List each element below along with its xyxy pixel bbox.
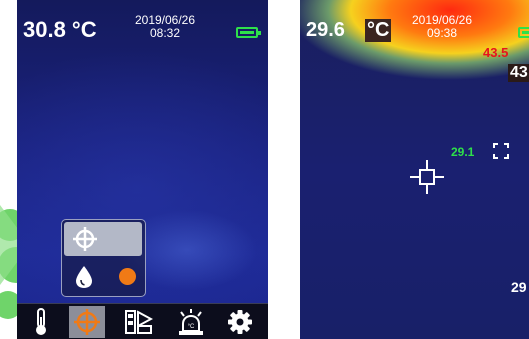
max-temp-marker-label: 43.5	[483, 45, 509, 60]
svg-text:°C: °C	[188, 324, 195, 330]
time-label: 09:38	[426, 26, 458, 40]
center-crosshair-icon	[410, 160, 444, 194]
bottom-toolbar: °C	[17, 303, 268, 339]
menu-item-crosshair[interactable]	[64, 222, 142, 256]
spot-temperature: 29.1	[451, 145, 475, 159]
gear-icon	[228, 310, 252, 334]
measure-mode-menu	[61, 219, 146, 297]
crosshair-icon	[74, 309, 100, 335]
palette-icon	[125, 310, 153, 334]
alarm-icon: °C	[179, 309, 203, 335]
thermal-screen-left: 30.8 °C 2019/06/26 08:32 °C	[17, 0, 268, 339]
min-temperature: 29	[511, 279, 527, 295]
water-drop-icon	[76, 266, 92, 288]
center-temperature: 30.8 °C	[23, 17, 97, 42]
spot-marker-icon	[493, 143, 509, 159]
thermometer-button[interactable]	[23, 306, 59, 338]
time-label: 08:32	[149, 26, 181, 40]
max-temp-chip: 43	[508, 64, 529, 82]
menu-item-emissivity[interactable]	[64, 260, 142, 293]
battery-full-icon	[236, 27, 261, 38]
alarm-button[interactable]: °C	[173, 306, 209, 338]
datetime: 2019/06/26 09:38	[406, 14, 478, 40]
thermal-screen-right: 29.6 °C 2019/06/26 09:38 43.5 43 29.1 29	[300, 0, 529, 339]
crosshair-icon	[73, 227, 97, 251]
color-indicator-dot	[119, 268, 136, 285]
temperature-unit: °C	[365, 19, 392, 42]
datetime: 2019/06/26 08:32	[129, 14, 201, 40]
palette-button[interactable]	[121, 306, 157, 338]
battery-full-icon	[518, 27, 529, 38]
center-temperature: 29.6	[306, 19, 345, 41]
crosshair-button[interactable]	[69, 306, 105, 338]
settings-button[interactable]	[222, 306, 258, 338]
thermometer-icon	[36, 308, 46, 335]
